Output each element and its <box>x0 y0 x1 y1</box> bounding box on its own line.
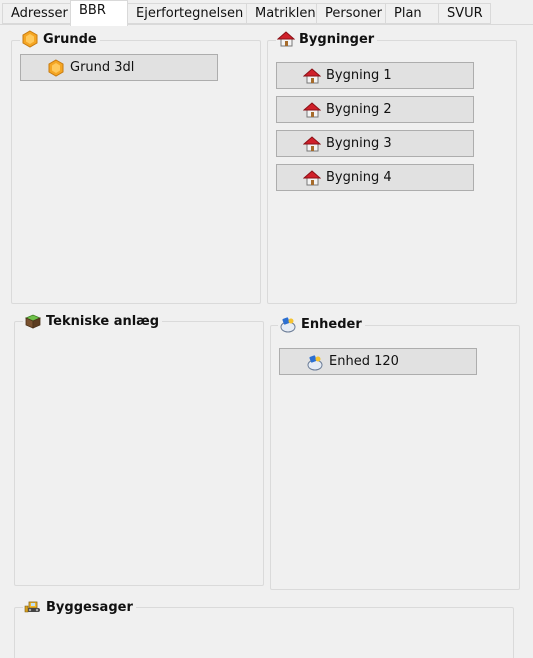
enhed-button[interactable]: Enhed 120 <box>279 348 477 375</box>
tekniske-group-title: Tekniske anlæg <box>23 312 163 330</box>
bygning-2-label: Bygning 2 <box>326 102 392 117</box>
grund-button[interactable]: Grund 3dl <box>20 54 218 81</box>
tab-matriklen[interactable]: Matriklen <box>246 3 317 24</box>
soil-block-icon <box>24 314 42 329</box>
tab-plan[interactable]: Plan <box>385 3 439 24</box>
tab-ejerfortegnelsen[interactable]: Ejerfortegnelsen <box>127 3 247 24</box>
tab-bbr[interactable]: BBR <box>70 0 128 26</box>
byggesager-group-title: Byggesager <box>23 598 136 616</box>
house-icon <box>303 67 321 83</box>
grund-button-label: Grund 3dl <box>70 60 135 75</box>
grunde-group-title: Grunde <box>20 30 100 48</box>
unit-icon <box>307 354 323 370</box>
bygninger-group-title: Bygninger <box>276 30 378 48</box>
bygning-4-label: Bygning 4 <box>326 170 392 185</box>
bygninger-title-label: Bygninger <box>299 31 375 47</box>
bygning-1-button[interactable]: Bygning 1 <box>276 62 474 89</box>
byggesager-title-label: Byggesager <box>46 599 133 615</box>
hexagon-icon <box>22 30 38 48</box>
unit-icon <box>280 317 296 333</box>
bygning-4-button[interactable]: Bygning 4 <box>276 164 474 191</box>
house-icon <box>303 169 321 185</box>
enheder-title-label: Enheder <box>301 316 362 332</box>
house-icon <box>303 101 321 117</box>
bulldozer-icon <box>24 601 40 613</box>
house-icon <box>303 135 321 151</box>
tekniske-group <box>14 321 264 586</box>
enheder-group-title: Enheder <box>278 315 365 333</box>
tab-svur[interactable]: SVUR <box>438 3 491 24</box>
bygning-2-button[interactable]: Bygning 2 <box>276 96 474 123</box>
tab-adresser[interactable]: Adresser <box>2 3 71 24</box>
grunde-title-label: Grunde <box>43 31 97 47</box>
bygning-3-label: Bygning 3 <box>326 136 392 151</box>
bygning-3-button[interactable]: Bygning 3 <box>276 130 474 157</box>
bygning-1-label: Bygning 1 <box>326 68 392 83</box>
enhed-button-label: Enhed 120 <box>329 354 399 369</box>
tab-personer[interactable]: Personer <box>316 3 386 24</box>
tekniske-title-label: Tekniske anlæg <box>46 313 160 329</box>
hexagon-icon <box>48 58 64 77</box>
tab-bar: Adresser BBR Ejerfortegnelsen Matriklen … <box>0 0 533 26</box>
house-icon <box>277 31 295 47</box>
